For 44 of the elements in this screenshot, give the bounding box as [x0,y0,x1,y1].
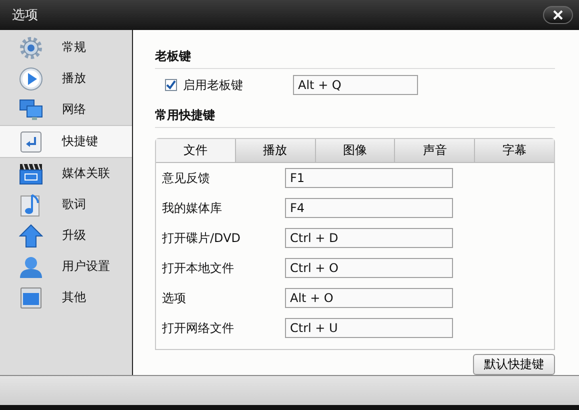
hotkey-field[interactable]: F4 [285,198,453,218]
close-icon [553,10,563,20]
checkbox[interactable] [165,79,177,91]
music-note-icon [20,192,42,216]
tab[interactable]: 图像 [316,139,396,162]
section-heading: 常用快捷键 [155,101,555,128]
tab[interactable]: 声音 [395,139,476,162]
hotkey-field[interactable]: Ctrl + D [285,228,453,248]
hotkey-field[interactable]: Alt + Q [293,75,418,95]
sidebar-item[interactable]: 快捷键 [0,125,132,158]
shortcut-label: 我的媒体库 [162,200,223,216]
tab[interactable]: 文件 [156,139,236,162]
shortcut-label: 打开本地文件 [162,260,235,276]
clapperboard-icon [19,162,43,184]
sidebar-item[interactable]: 其他 [0,282,132,313]
sidebar-item[interactable]: 用户设置 [0,251,132,282]
sidebar-item[interactable]: 网络 [0,94,132,125]
tab[interactable]: 字幕 [475,139,554,162]
sidebar-item[interactable]: 播放 [0,63,132,94]
section-heading: 老板键 [155,42,555,69]
enter-key-icon [20,130,42,152]
default-shortcuts-button[interactable]: 默认快捷键 [473,354,555,375]
shortcut-label: 打开网络文件 [162,320,235,336]
user-icon [19,254,43,278]
up-arrow-icon [19,224,43,248]
hotkey-field[interactable]: Alt + O [285,288,453,308]
monitors-icon [19,98,43,120]
folder-icon [20,286,42,308]
checkbox-label: 启用老板键 [183,76,244,94]
gear-icon [19,36,43,60]
play-icon [19,66,43,90]
close-button[interactable] [543,6,573,24]
shortcut-label: 选项 [162,290,187,306]
sidebar-item[interactable]: 媒体关联 [0,158,132,189]
sidebar-item[interactable]: 升级 [0,220,132,251]
window-title: 选项 [12,7,38,24]
hotkey-field[interactable]: Ctrl + O [285,258,453,278]
sidebar-item[interactable]: 歌词 [0,189,132,220]
sidebar-item[interactable]: 常规 [0,32,132,63]
hotkey-field[interactable]: F1 [285,168,453,188]
tab[interactable]: 播放 [236,139,316,162]
shortcut-label: 意见反馈 [162,170,211,186]
shortcut-label: 打开碟片/DVD [162,230,242,246]
hotkey-field[interactable]: Ctrl + U [285,318,453,338]
